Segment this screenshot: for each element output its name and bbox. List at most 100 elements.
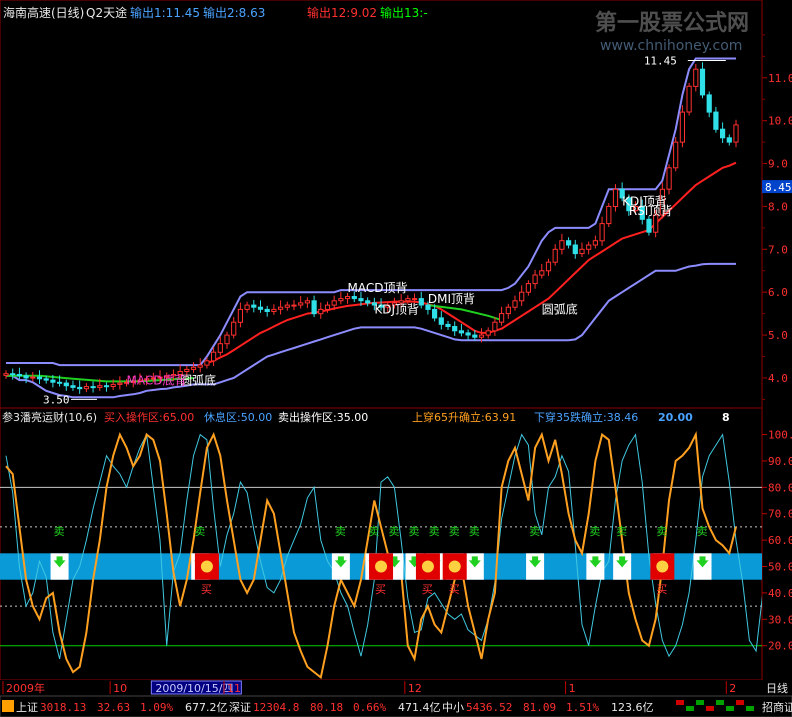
candle-body bbox=[284, 304, 290, 308]
candle-body bbox=[251, 304, 257, 308]
ticker-vol-2: 123.6亿 bbox=[611, 701, 654, 714]
candle-body bbox=[278, 306, 284, 310]
ticker-vol-0: 677.2亿 bbox=[185, 701, 228, 714]
annotation-5: 圆弧底 bbox=[542, 302, 578, 317]
sell-label: 卖 bbox=[194, 525, 205, 538]
candle-body bbox=[197, 364, 203, 368]
legend-item-2: 输出2:8.63 bbox=[203, 5, 265, 20]
candle-body bbox=[217, 343, 223, 353]
candle-body bbox=[539, 270, 545, 276]
candle-body bbox=[291, 304, 297, 307]
x-label-5: 1 bbox=[569, 682, 576, 695]
annotation-2: MACD顶背 bbox=[348, 281, 408, 295]
sell-label: 卖 bbox=[335, 525, 346, 538]
ticker-indicator-cell bbox=[716, 700, 724, 705]
x-label-highlight: 2009/10/15/四 bbox=[155, 682, 233, 695]
buy-label: 买 bbox=[656, 583, 667, 596]
candle-body bbox=[499, 313, 505, 323]
red-line bbox=[206, 161, 737, 364]
ticker-pct-0: 1.09% bbox=[140, 701, 173, 714]
upper-series bbox=[6, 57, 737, 399]
candle-body bbox=[432, 308, 438, 319]
buy-label: 买 bbox=[422, 583, 433, 596]
candle-body bbox=[10, 373, 16, 376]
candle-body bbox=[264, 308, 270, 312]
candle-body bbox=[36, 376, 43, 380]
money-bag-icon bbox=[656, 560, 669, 573]
candle-body bbox=[57, 381, 63, 384]
candle-body bbox=[458, 330, 464, 334]
lower-y-tick-label-4: 60.0 bbox=[768, 534, 792, 547]
stock-title: 海南高速(日线) bbox=[3, 5, 84, 20]
chart-root: 海南高速(日线) Q2天途 输出1:11.45 输出2:8.63 输出12:9.02… bbox=[0, 0, 792, 717]
y-tick-label-2: 6.0 bbox=[768, 286, 788, 299]
candle-body bbox=[412, 298, 418, 301]
candle-body bbox=[646, 218, 652, 233]
candle-body bbox=[43, 378, 49, 381]
candle-body bbox=[733, 124, 739, 143]
candle-body bbox=[572, 244, 578, 255]
candle-body bbox=[559, 240, 565, 250]
candle-body bbox=[358, 298, 364, 302]
ticker-indicator-cell bbox=[686, 706, 694, 711]
candle-body bbox=[83, 386, 90, 390]
chart-canvas: 海南高速(日线) Q2天途 输出1:11.45 输出2:8.63 输出12:9.02… bbox=[0, 0, 792, 717]
candle-body bbox=[90, 386, 96, 389]
ticker-change-2: 81.09 bbox=[523, 701, 556, 714]
candle-body bbox=[338, 298, 344, 302]
candle-body bbox=[726, 137, 732, 143]
lower-y-ticks: 20.0 30.0 40.0 50.0 60.0 70.0 80.0 90.0 100.0 bbox=[762, 429, 792, 653]
ticker-broker: 招商证 bbox=[762, 700, 792, 714]
candle-body bbox=[110, 383, 116, 387]
candle-body bbox=[492, 321, 498, 332]
candle-body bbox=[478, 334, 485, 338]
candle-body bbox=[592, 240, 598, 246]
legend-item-3: 输出12:9.02 bbox=[307, 5, 377, 20]
candle-body bbox=[257, 306, 264, 310]
candle-body bbox=[103, 385, 110, 388]
lower-y-tick-label-5: 70.0 bbox=[768, 508, 792, 521]
candle-body bbox=[190, 366, 197, 370]
candle-body bbox=[418, 298, 424, 306]
ticker-indicator-cell bbox=[726, 706, 734, 711]
money-bag-icon bbox=[200, 560, 213, 573]
annotation-4: DMI顶背 bbox=[428, 292, 475, 306]
high-label: 11.45 bbox=[644, 54, 677, 67]
y-tick-label-4: 8.0 bbox=[768, 200, 788, 213]
lower-y-tick-label-6: 80.0 bbox=[768, 481, 792, 494]
candle-body bbox=[304, 300, 310, 304]
sell-label: 卖 bbox=[54, 525, 65, 538]
candle-body bbox=[16, 374, 22, 377]
candle-body bbox=[224, 334, 230, 345]
sell-label: 卖 bbox=[589, 525, 600, 538]
sell-label: 卖 bbox=[656, 525, 667, 538]
current-price-label: 8.45 bbox=[765, 181, 792, 194]
y-tick-label-3: 7.0 bbox=[768, 243, 788, 256]
candle-body bbox=[445, 323, 451, 327]
sell-label: 卖 bbox=[429, 525, 440, 538]
ticker-name-0: 上证 bbox=[16, 701, 38, 714]
ticker-indicator-cell bbox=[676, 700, 684, 705]
ticker-indicator-cell bbox=[736, 700, 744, 705]
candle-body bbox=[586, 244, 592, 250]
watermark-url: www.chnihoney.com bbox=[600, 38, 742, 54]
x-label-3: 11 bbox=[227, 682, 241, 695]
candles bbox=[3, 62, 739, 394]
ticker-indicator-cell bbox=[746, 706, 754, 711]
candle-body bbox=[552, 248, 558, 263]
legend-item-4: 输出13:- bbox=[380, 5, 428, 20]
candle-body bbox=[204, 360, 210, 366]
annotations: 圆弧底MACD顶背KDJ顶背DMI顶背圆弧底KDJ顶背RSI顶背MACD底背11… bbox=[43, 54, 726, 406]
candle-body bbox=[63, 382, 69, 387]
candle-body bbox=[50, 379, 56, 383]
lower-legend-7: 8 bbox=[722, 411, 730, 424]
low-label: 3.50 bbox=[43, 393, 69, 406]
x-label-1: 10 bbox=[113, 682, 127, 695]
ticker-price-0: 3018.13 bbox=[40, 701, 86, 714]
current-price-marker: 8.45 bbox=[762, 180, 792, 194]
lower-legend-4: 上穿65升确立:63.91 bbox=[412, 410, 516, 424]
candle-body bbox=[211, 351, 217, 362]
candle-body bbox=[512, 300, 518, 308]
candle-body bbox=[97, 385, 103, 388]
lower-y-tick-label-7: 90.0 bbox=[768, 455, 792, 468]
